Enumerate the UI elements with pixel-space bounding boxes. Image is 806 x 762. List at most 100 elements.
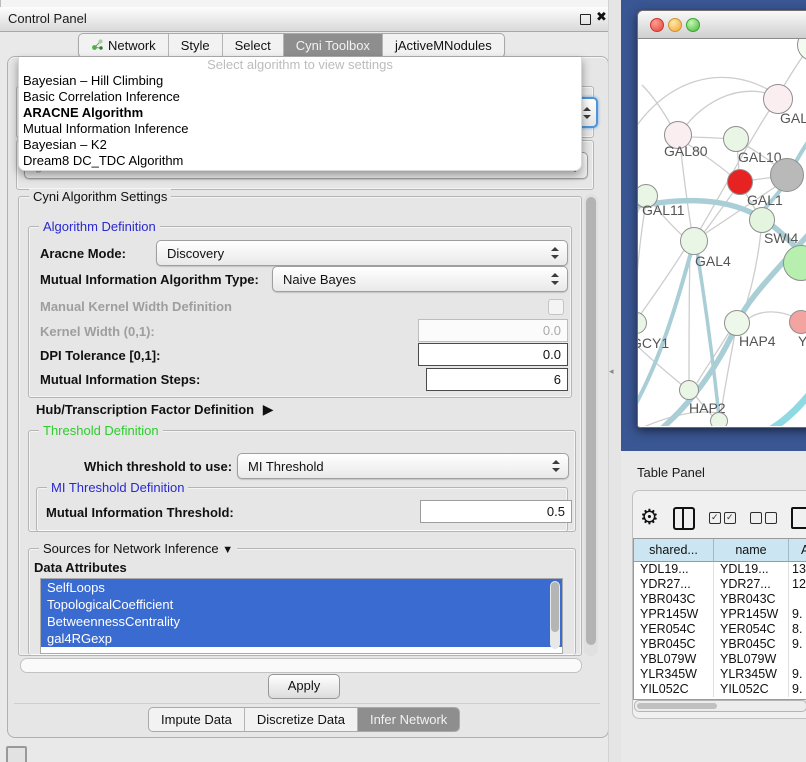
table-row[interactable]: YER054CYER054C8. — [634, 622, 806, 637]
table-cell: 13 — [789, 562, 806, 577]
table-header-cell[interactable]: name — [714, 539, 789, 562]
table-row[interactable]: YBR043CYBR043C — [634, 592, 806, 607]
mi-threshold-label: Mutual Information Threshold: — [46, 505, 234, 520]
select-all-checkboxes-icon[interactable]: ✓✓ — [709, 512, 736, 524]
bottom-tab-impute-data[interactable]: Impute Data — [149, 708, 245, 731]
table-row[interactable]: YIL052CYIL052C9. — [634, 682, 806, 697]
table-horizontal-scrollbar[interactable] — [634, 700, 806, 712]
table-row[interactable]: YBR045CYBR045C9. — [634, 637, 806, 652]
algorithm-option[interactable]: ARACNE Algorithm — [19, 105, 581, 121]
table-header-cell[interactable]: shared... — [634, 539, 714, 562]
algorithm-definition-title: Algorithm Definition — [39, 219, 160, 234]
algorithm-list: Bayesian – Hill ClimbingBasic Correlatio… — [19, 73, 581, 169]
settings-horizontal-scrollbar[interactable] — [20, 658, 582, 673]
table-cell: YLR345W — [634, 667, 714, 682]
dpi-tolerance-field[interactable]: 0.0 — [418, 343, 568, 366]
tab-jactivemnodules[interactable]: jActiveMNodules — [383, 34, 504, 57]
close-traffic-light-icon[interactable] — [650, 18, 664, 32]
data-attribute-item[interactable]: TopologicalCoefficient — [41, 596, 562, 613]
algorithm-option[interactable]: Bayesian – K2 — [19, 137, 581, 153]
combo-arrows-icon — [583, 107, 591, 119]
mi-type-combo[interactable]: Naive Bayes — [272, 266, 568, 292]
network-node-label: GCY1 — [638, 335, 669, 351]
network-node[interactable] — [710, 412, 728, 426]
mi-type-value: Naive Bayes — [283, 272, 356, 287]
table-header-row: shared...nameA — [634, 539, 806, 562]
table-header-cell[interactable]: A — [789, 539, 806, 562]
algorithm-option[interactable]: Basic Correlation Inference — [19, 89, 581, 105]
table-cell: 9. — [789, 667, 806, 682]
network-node-hap2[interactable] — [679, 380, 699, 400]
network-node-gal4[interactable] — [680, 227, 708, 255]
mi-threshold-field[interactable]: 0.5 — [420, 500, 572, 523]
which-threshold-combo[interactable]: MI Threshold — [237, 453, 569, 479]
manual-kernel-checkbox[interactable] — [548, 299, 564, 315]
table-cell: 9. — [789, 682, 806, 697]
network-view-window: GALGAL80GAL10GAL1GAL11SWI4GAL4HAP4YGCY1H… — [637, 10, 806, 428]
table-row[interactable]: YLR345WYLR345W9. — [634, 667, 806, 682]
settings-vertical-scrollbar[interactable] — [584, 194, 598, 656]
network-window-titlebar[interactable] — [638, 11, 806, 39]
cyni-bottom-tab-bar: Impute DataDiscretize DataInfer Network — [148, 707, 460, 732]
dpi-tolerance-label: DPI Tolerance [0,1]: — [40, 348, 160, 363]
network-canvas[interactable]: GALGAL80GAL10GAL1GAL11SWI4GAL4HAP4YGCY1H… — [638, 39, 806, 426]
split-columns-icon[interactable] — [673, 507, 695, 530]
minimize-traffic-light-icon[interactable] — [668, 18, 682, 32]
attr-list-scrollbar[interactable] — [550, 581, 560, 649]
table-cell: YIL052C — [714, 682, 789, 697]
new-table-icon[interactable] — [791, 507, 806, 529]
table-row[interactable]: YBL079WYBL079W — [634, 652, 806, 667]
close-panel-icon[interactable]: ✖ — [596, 9, 607, 25]
data-attribute-item[interactable]: SelfLoops — [41, 579, 562, 596]
apply-button[interactable]: Apply — [268, 674, 340, 699]
table-cell: YDR27... — [714, 577, 789, 592]
mini-dock-icon[interactable] — [6, 746, 27, 762]
aracne-mode-combo[interactable]: Discovery — [156, 240, 568, 266]
algorithm-option[interactable]: Bayesian – Hill Climbing — [19, 73, 581, 89]
mi-steps-field[interactable]: 6 — [426, 368, 568, 391]
threshold-definition-title: Threshold Definition — [39, 423, 163, 438]
table-row[interactable]: YDL19...YDL19...13 — [634, 562, 806, 577]
control-panel-titlebar: Control Panel ✖ — [0, 7, 621, 32]
tab-label: Style — [181, 38, 210, 53]
network-node-label: GAL4 — [695, 253, 731, 269]
gear-icon[interactable]: ⚙ — [640, 503, 659, 533]
hub-expander[interactable]: Hub/Transcription Factor Definition ▶ — [36, 401, 269, 418]
table-cell: YBR043C — [634, 592, 714, 607]
panel-splitter[interactable] — [608, 0, 622, 762]
tab-label: Select — [235, 38, 271, 53]
aracne-mode-label: Aracne Mode: — [40, 246, 126, 261]
hub-expander-label: Hub/Transcription Factor Definition — [36, 402, 254, 417]
table-body: YDL19...YDL19...13YDR27...YDR27...12YBR0… — [634, 562, 806, 697]
table-cell: YIL052C — [634, 682, 714, 697]
table-cell: 9. — [789, 637, 806, 652]
zoom-traffic-light-icon[interactable] — [686, 18, 700, 32]
bottom-tab-infer-network[interactable]: Infer Network — [358, 708, 459, 731]
which-threshold-label: Which threshold to use: — [84, 459, 232, 474]
float-panel-icon[interactable] — [580, 14, 591, 25]
table-cell: YER054C — [634, 622, 714, 637]
table-row[interactable]: YDR27...YDR27...12 — [634, 577, 806, 592]
tab-network[interactable]: Network — [79, 34, 169, 57]
table-cell: 8. — [789, 622, 806, 637]
bottom-tab-discretize-data[interactable]: Discretize Data — [245, 708, 358, 731]
data-attribute-item[interactable]: BetweennessCentrality — [41, 613, 562, 630]
node-table[interactable]: shared...nameA YDL19...YDL19...13YDR27..… — [633, 538, 806, 700]
tab-select[interactable]: Select — [223, 34, 284, 57]
splitter-collapse-arrow-icon[interactable]: ◂ — [609, 366, 614, 377]
algorithm-option[interactable]: Mutual Information Inference — [19, 121, 581, 137]
network-node-label: GAL11 — [642, 202, 685, 218]
sources-title[interactable]: Sources for Network Inference ▼ — [39, 541, 237, 556]
expander-right-arrow-icon: ▶ — [263, 401, 274, 417]
table-row[interactable]: YPR145WYPR145W9. — [634, 607, 806, 622]
deselect-all-checkboxes-icon[interactable] — [750, 512, 777, 524]
data-attributes-list[interactable]: SelfLoopsTopologicalCoefficientBetweenne… — [40, 578, 563, 654]
tab-style[interactable]: Style — [169, 34, 223, 57]
network-node-label: Y — [798, 333, 806, 349]
algorithm-option[interactable]: Dream8 DC_TDC Algorithm — [19, 153, 581, 169]
network-node-y[interactable] — [789, 310, 806, 334]
tab-cyni-toolbox[interactable]: Cyni Toolbox — [284, 34, 383, 57]
network-node[interactable] — [770, 158, 804, 192]
data-attribute-item[interactable]: gal4RGexp — [41, 630, 562, 647]
table-cell: YDL19... — [634, 562, 714, 577]
